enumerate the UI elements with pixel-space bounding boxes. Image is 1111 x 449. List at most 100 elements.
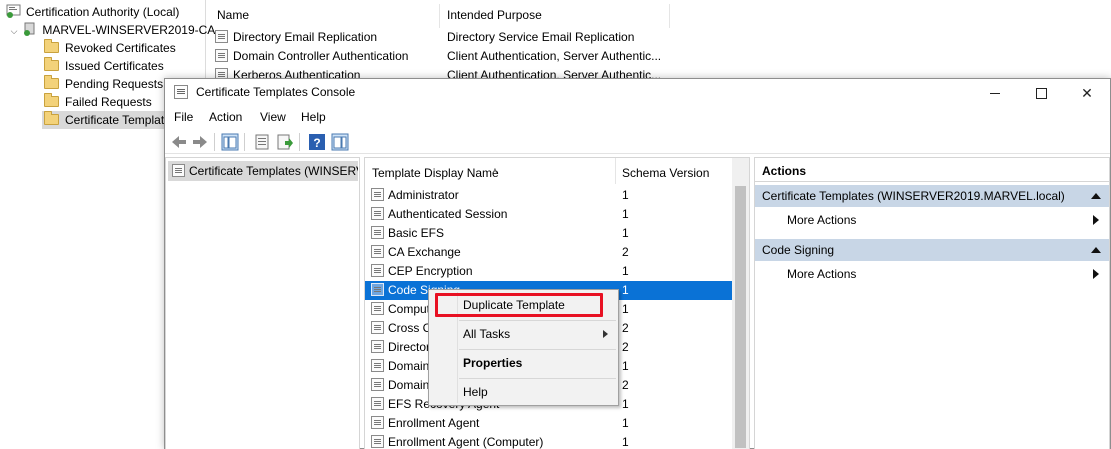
minimize-button[interactable] (972, 79, 1018, 107)
template-name-label: Enrollment Agent (Computer) (388, 435, 544, 449)
certification-authority-icon (6, 4, 21, 18)
close-button[interactable]: ✕ (1064, 79, 1110, 107)
tree-folder-label: Pending Requests (65, 77, 164, 91)
schema-version-cell: 2 (622, 245, 629, 259)
console-tree-pane: Certificate Templates (WINSERVER2019.MAR… (165, 157, 360, 449)
menu-file[interactable]: File (174, 110, 193, 124)
list-item-name: Domain Controller Authentication (233, 49, 409, 63)
template-name-cell: Basic EFS (371, 224, 444, 243)
menu-help[interactable]: Help (301, 110, 326, 124)
tree-item-failed-requests[interactable]: Failed Requests (44, 93, 152, 111)
template-name-cell: Authenticated Session (371, 205, 507, 224)
column-divider[interactable] (669, 4, 670, 28)
more-actions-item[interactable]: More Actions (755, 263, 1109, 285)
template-name-cell: Administrator (371, 186, 459, 205)
actions-group-certificate-templates[interactable]: Certificate Templates (WINSERVER2019.MAR… (755, 185, 1109, 207)
certificate-template-icon (371, 378, 384, 391)
template-name-cell: Enrollment Agent (Computer) (371, 433, 543, 449)
collapse-up-icon[interactable] (1091, 193, 1101, 199)
menu-bar: File Action View Help (165, 107, 1110, 129)
column-divider[interactable] (439, 4, 440, 28)
schema-version-cell: 2 (622, 378, 629, 392)
column-header-schema-version[interactable]: Schema Version (622, 162, 709, 184)
tree-item-certification-authority[interactable]: Certification Authority (Local) (6, 3, 179, 21)
show-hide-tree-icon[interactable] (221, 133, 239, 151)
back-icon[interactable] (170, 133, 188, 151)
tree-item-revoked-certificates[interactable]: Revoked Certificates (44, 39, 176, 57)
certificate-template-icon (371, 435, 384, 448)
column-header-template-display-name[interactable]: ∧ Template Display Name (372, 162, 499, 184)
menu-action[interactable]: Action (209, 110, 242, 124)
show-hide-action-pane-icon[interactable] (331, 133, 349, 151)
tree-item-server[interactable]: ⌵ MARVEL-WINSERVER2019-CA (8, 21, 215, 39)
more-actions-label: More Actions (787, 267, 857, 281)
table-row[interactable]: Authenticated Session 1 (365, 205, 732, 224)
certificate-template-icon (371, 359, 384, 372)
schema-version-cell: 2 (622, 340, 629, 354)
column-header-name[interactable]: Name (217, 4, 249, 26)
more-actions-label: More Actions (787, 213, 857, 227)
tree-item-issued-certificates[interactable]: Issued Certificates (44, 57, 164, 75)
list-item[interactable]: Directory Email Replication (215, 28, 377, 47)
menu-separator (459, 349, 616, 350)
list-item[interactable]: Domain Controller Authentication (215, 47, 408, 66)
list-item-name: Directory Email Replication (233, 30, 378, 44)
export-list-icon[interactable] (276, 133, 294, 151)
window-title: Certificate Templates Console (196, 85, 356, 99)
tree-item-label: Certificate Templates (WINSERVER2019.MAR… (189, 164, 358, 178)
table-row[interactable]: CA Exchange 2 (365, 243, 732, 262)
folder-icon (44, 57, 59, 71)
chevron-down-icon[interactable]: ⌵ (8, 22, 20, 40)
certificate-templates-icon (172, 164, 185, 177)
properties-icon[interactable] (253, 133, 271, 151)
menu-item-help[interactable]: Help (429, 381, 618, 403)
tree-root-label: Certification Authority (Local) (26, 5, 180, 19)
maximize-button[interactable] (1018, 79, 1064, 107)
certificate-template-icon (371, 283, 384, 296)
actions-group-label: Code Signing (762, 243, 835, 257)
menu-view[interactable]: View (260, 110, 286, 124)
table-row[interactable]: Basic EFS 1 (365, 224, 732, 243)
table-row[interactable]: CEP Encryption 1 (365, 262, 732, 281)
actions-group-code-signing[interactable]: Code Signing (755, 239, 1109, 261)
more-actions-item[interactable]: More Actions (755, 209, 1109, 231)
schema-version-cell: 1 (622, 226, 629, 240)
column-divider[interactable] (615, 158, 616, 184)
svg-text:?: ? (313, 136, 320, 150)
background-list-pane: Name Intended Purpose Directory Email Re… (210, 0, 1111, 82)
folder-icon (44, 111, 59, 125)
tree-server-label: MARVEL-WINSERVER2019-CA (42, 23, 216, 37)
schema-version-cell: 1 (622, 397, 629, 411)
template-name-label: Basic EFS (388, 226, 445, 240)
help-icon[interactable]: ? (308, 133, 326, 151)
toolbar-separator (244, 133, 245, 151)
menu-item-properties[interactable]: Properties (429, 352, 618, 374)
actions-group-label: Certificate Templates (WINSERVER2019.MAR… (762, 189, 1065, 203)
menu-item-label: All Tasks (463, 327, 511, 341)
table-row[interactable]: Enrollment Agent (Computer) 1 (365, 433, 732, 449)
certificate-template-icon (371, 340, 384, 353)
tree-folder-label: Certificate Templates (65, 113, 177, 127)
table-row[interactable]: Enrollment Agent 1 (365, 414, 732, 433)
forward-icon[interactable] (191, 133, 209, 151)
table-row[interactable]: Administrator 1 (365, 186, 732, 205)
certificate-template-icon (371, 207, 384, 220)
sort-ascending-icon: ∧ (492, 166, 498, 175)
actions-pane-title: Actions (755, 160, 1109, 182)
certificate-template-icon (371, 302, 384, 315)
collapse-up-icon[interactable] (1091, 247, 1101, 253)
template-name-cell: Enrollment Agent (371, 414, 479, 433)
annotation-highlight-box (435, 293, 603, 317)
scrollbar-thumb[interactable] (735, 186, 746, 448)
tree-item-pending-requests[interactable]: Pending Requests (44, 75, 163, 93)
list-item-purpose: Client Authentication, Server Authentic.… (447, 49, 662, 63)
context-menu: Duplicate Template All Tasks Properties … (428, 289, 619, 406)
certificate-template-icon (371, 188, 384, 201)
vertical-scrollbar[interactable] (732, 158, 749, 449)
list-item-purpose: Directory Service Email Replication (447, 30, 635, 44)
menu-item-all-tasks[interactable]: All Tasks (429, 323, 618, 345)
certificate-template-icon (371, 226, 384, 239)
title-bar[interactable]: Certificate Templates Console ✕ (165, 79, 1110, 107)
tree-item-certificate-templates-domain[interactable]: Certificate Templates (WINSERVER2019.MAR… (168, 161, 358, 181)
column-header-intended-purpose[interactable]: Intended Purpose (447, 4, 542, 26)
